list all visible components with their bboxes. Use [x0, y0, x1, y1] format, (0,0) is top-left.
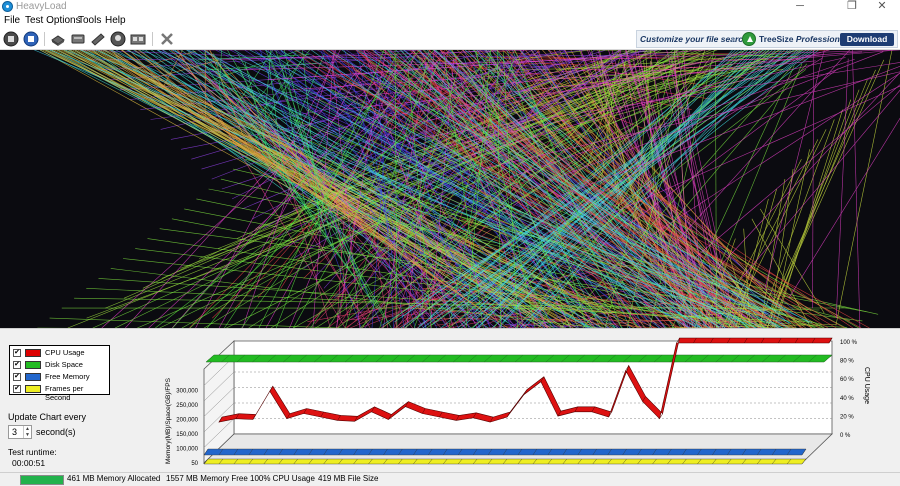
runtime-label: Test runtime:	[8, 447, 57, 457]
legend-label: Frames per Second	[45, 384, 84, 402]
chart-legend: ✔ CPU Usage ✔ Disk Space ✔ Free Memory ✔…	[9, 345, 110, 402]
title-bar: HeavyLoad ─ ❐ ✕	[0, 0, 900, 14]
cpu-icon[interactable]	[50, 31, 67, 47]
right-tick-label: 40 %	[840, 396, 854, 402]
minimize-button[interactable]: ─	[786, 0, 814, 14]
disk-space-series	[205, 354, 833, 363]
right-tick-label: 100 %	[840, 340, 858, 346]
render-line	[464, 50, 790, 324]
legend-item-fps[interactable]: ✔ Frames per Second	[13, 384, 110, 402]
treesize-ad-banner[interactable]: Customize your file search › TreeSize Pr…	[636, 30, 898, 48]
right-tick-label: 60 %	[840, 377, 854, 383]
runtime-value: 00:00:51	[12, 458, 46, 468]
update-interval-spinner[interactable]: 3 ▲ ▼	[8, 425, 32, 439]
legend-label: Free Memory	[45, 372, 90, 381]
gpu-render-canvas	[0, 50, 900, 328]
legend-item-memory[interactable]: ✔ Free Memory	[13, 372, 110, 382]
legend-swatch	[25, 373, 41, 381]
status-memory-allocated: 461 MB Memory Allocated	[67, 474, 161, 483]
close-button[interactable]: ✕	[868, 0, 896, 14]
render-line	[835, 50, 893, 326]
right-tick-label: 20 %	[840, 414, 854, 420]
status-memory-free: 1557 MB Memory Free	[166, 474, 248, 483]
update-interval-unit: second(s)	[36, 427, 76, 437]
treesize-logo-icon	[742, 32, 756, 46]
status-bar: 461 MB Memory Allocated 1557 MB Memory F…	[0, 472, 900, 486]
chevron-right-icon: ›	[731, 32, 735, 46]
right-tick-label: 80 %	[840, 359, 854, 365]
legend-label: CPU Usage	[45, 348, 85, 357]
toolbar-separator	[152, 32, 153, 46]
render-line	[774, 109, 843, 327]
free-memory-series	[203, 448, 807, 456]
left-tick-label: 300,000	[176, 389, 198, 395]
app-logo-icon	[2, 1, 13, 12]
left-tick-label: 200,000	[176, 418, 198, 424]
left-tick-label: 100,000	[176, 447, 198, 453]
stop-icon[interactable]	[3, 31, 20, 47]
legend-swatch	[25, 361, 41, 369]
ad-brand-name: TreeSize	[759, 34, 794, 44]
update-interval-value[interactable]: 3	[12, 427, 17, 437]
monitor-panel: ✔ CPU Usage ✔ Disk Space ✔ Free Memory ✔…	[0, 328, 900, 472]
left-tick-label: 150,000	[176, 432, 198, 438]
settings-icon[interactable]	[159, 31, 176, 47]
device-icon[interactable]	[130, 31, 147, 47]
menu-bar: File Test Options Tools Help	[0, 14, 900, 28]
legend-swatch	[25, 349, 41, 357]
legend-item-cpu[interactable]: ✔ CPU Usage	[13, 348, 110, 358]
status-cpu-usage: 100% CPU Usage	[250, 474, 315, 483]
legend-checkbox[interactable]: ✔	[13, 349, 21, 357]
memory-progress-fill	[21, 476, 63, 484]
right-tick-label: 0 %	[840, 433, 851, 439]
legend-checkbox[interactable]: ✔	[13, 361, 21, 369]
spinner-arrows-icon[interactable]: ▲ ▼	[23, 426, 31, 438]
memory-icon[interactable]	[90, 31, 107, 47]
download-button[interactable]: Download	[840, 33, 894, 46]
left-tick-label: 250,000	[176, 403, 198, 409]
chart-floor	[203, 433, 833, 464]
memory-progress-bar	[20, 475, 64, 485]
menu-help[interactable]: Help	[105, 15, 126, 26]
status-file-size: 419 MB File Size	[318, 474, 379, 483]
fps-series	[203, 458, 807, 465]
start-icon[interactable]	[23, 31, 40, 47]
right-axis-label: CPU Usage	[863, 367, 870, 404]
menu-tools[interactable]: Tools	[78, 15, 101, 26]
ad-brand: TreeSize Professional	[759, 34, 847, 44]
render-lines	[34, 50, 900, 328]
render-line	[717, 72, 900, 269]
legend-checkbox[interactable]: ✔	[13, 385, 21, 393]
menu-test-options[interactable]: Test Options	[25, 15, 81, 26]
gpu-icon[interactable]	[110, 31, 127, 47]
menu-file[interactable]: File	[4, 15, 20, 26]
chart-svg: 50 100,000 150,000 200,000 250,000 300,000 0 %…	[165, 337, 870, 467]
update-interval-label: Update Chart every	[8, 412, 87, 422]
performance-chart: 50 100,000 150,000 200,000 250,000 300,000 0 %…	[160, 329, 900, 473]
maximize-button[interactable]: ❐	[838, 0, 866, 14]
left-tick-label: 50	[191, 461, 198, 467]
legend-item-disk[interactable]: ✔ Disk Space	[13, 360, 110, 370]
legend-checkbox[interactable]: ✔	[13, 373, 21, 381]
legend-label: Disk Space	[45, 360, 83, 369]
disk-icon[interactable]	[70, 31, 87, 47]
left-axis-label: Memory(MB)/Space(GB)/FPS	[165, 377, 172, 464]
window-title: HeavyLoad	[16, 1, 67, 12]
render-line	[835, 58, 849, 319]
toolbar-separator	[44, 32, 45, 46]
legend-swatch	[25, 385, 41, 393]
render-line	[852, 50, 861, 328]
